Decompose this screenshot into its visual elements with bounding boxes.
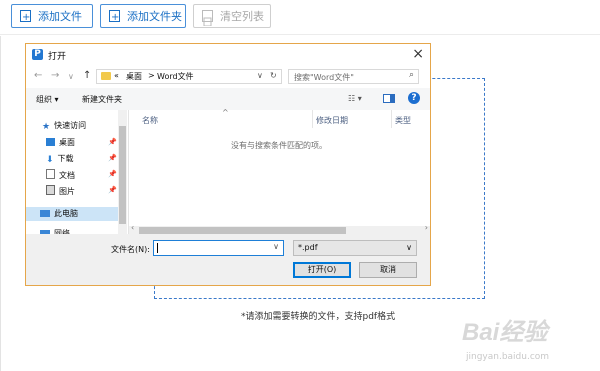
column-type[interactable]: 类型 [395,115,411,126]
add-file-button[interactable]: 添加文件 [11,4,93,30]
scroll-left-icon[interactable]: ‹ [131,223,134,232]
back-arrow-icon[interactable]: ← [34,70,42,81]
up-arrow-icon[interactable]: ↑ [83,70,91,81]
star-icon: ★ [42,122,51,132]
desktop-icon [46,138,55,146]
add-file-icon [20,6,31,30]
pdf-app-icon: P [32,49,43,60]
add-folder-label: 添加文件夹 [127,10,182,23]
open-file-dialog: P 打开 × ← → ∨ ↑ « 桌面 > Word文件 ∨ ↻ 搜索"Word… [25,43,431,286]
cancel-button[interactable]: 取消 [359,262,417,278]
nav-this-pc[interactable]: 此电脑 [26,207,118,221]
breadcrumb-desktop[interactable]: 桌面 [126,71,142,82]
filename-label: 文件名(N): [111,245,150,254]
breadcrumb-overflow[interactable]: « [114,71,119,80]
download-icon: ⬇ [46,155,54,165]
address-bar[interactable]: « 桌面 > Word文件 ∨ ↻ [96,69,282,84]
nav-pictures[interactable]: 图片 [46,185,75,197]
search-placeholder: 搜索"Word文件" [294,73,354,82]
picture-icon [46,185,55,195]
navigation-bar: ← → ∨ ↑ « 桌面 > Word文件 ∨ ↻ 搜索"Word文件" ⌕ [26,66,430,88]
new-folder-button[interactable]: 新建文件夹 [82,94,122,105]
breadcrumb-word-folder[interactable]: Word文件 [157,71,194,82]
column-divider[interactable] [312,110,313,128]
file-list: 名称 ^ 修改日期 类型 没有与搜索条件匹配的项。 [129,108,430,234]
pin-icon: 📌 [108,186,117,194]
close-icon[interactable]: × [412,46,424,62]
pin-icon: 📌 [108,138,117,146]
open-button[interactable]: 打开(O) [293,262,351,278]
nav-network[interactable]: 网络 [40,228,70,234]
forward-arrow-icon[interactable]: → [51,70,59,81]
clear-list-label: 清空列表 [220,10,264,23]
drop-hint-text: *请添加需要转换的文件，支持pdf格式 [241,312,396,322]
column-divider[interactable] [391,110,392,128]
file-type-filter[interactable]: *.pdf ∨ [293,240,417,256]
search-icon: ⌕ [408,70,414,80]
pin-icon: 📌 [108,170,117,178]
nav-quick-access[interactable]: ★ 快速访问 [42,120,86,132]
refresh-icon[interactable]: ↻ [270,71,277,80]
hscroll-thumb[interactable] [139,227,346,234]
help-icon[interactable]: ? [408,92,420,104]
view-options-icon[interactable]: ☷ ▾ [348,94,362,103]
column-modified[interactable]: 修改日期 [316,115,348,126]
add-folder-icon [109,6,120,30]
scroll-right-icon[interactable]: › [425,223,428,232]
nav-scrollbar-thumb[interactable] [119,126,126,224]
filename-dropdown-icon[interactable]: ∨ [273,242,279,251]
add-file-label: 添加文件 [38,10,82,23]
sort-arrow-icon: ^ [222,108,229,117]
folder-icon [101,72,111,80]
file-list-hscrollbar[interactable]: ‹ › [129,223,430,235]
search-box[interactable]: 搜索"Word文件" ⌕ [288,69,419,84]
trash-icon [202,10,213,27]
nav-desktop[interactable]: 桌面 [46,137,75,148]
empty-message: 没有与搜索条件匹配的项。 [231,141,327,150]
watermark-url: jingyan.baidu.com [466,352,550,362]
filter-dropdown-icon[interactable]: ∨ [406,243,412,252]
filter-value: *.pdf [298,243,318,252]
address-dropdown-icon[interactable]: ∨ [257,71,263,80]
preview-pane-icon[interactable] [383,94,395,105]
organize-menu[interactable]: 组织 ▾ [36,94,59,105]
navigation-pane: ★ 快速访问 桌面 📌 ⬇ 下载 📌 文档 📌 图片 📌 此电脑 网络 [26,110,129,234]
dialog-titlebar: P 打开 × [26,44,430,66]
left-divider [0,36,1,371]
add-folder-button[interactable]: 添加文件夹 [100,4,186,30]
dialog-title: 打开 [48,52,67,62]
history-dropdown-icon[interactable]: ∨ [68,72,74,81]
breadcrumb-separator: > [148,71,155,80]
text-caret [157,243,158,253]
document-icon [46,169,55,179]
filename-input[interactable]: ∨ [153,240,284,256]
nav-documents[interactable]: 文档 [46,169,75,181]
clear-list-button[interactable]: 清空列表 [193,4,271,28]
nav-downloads[interactable]: ⬇ 下载 [46,153,74,165]
baidu-watermark: Bai经验 [462,319,548,346]
computer-icon [40,210,50,217]
toolbar: 添加文件 添加文件夹 清空列表 [0,0,600,35]
column-name[interactable]: 名称 [142,115,158,126]
pin-icon: 📌 [108,154,117,162]
network-icon [40,230,50,234]
